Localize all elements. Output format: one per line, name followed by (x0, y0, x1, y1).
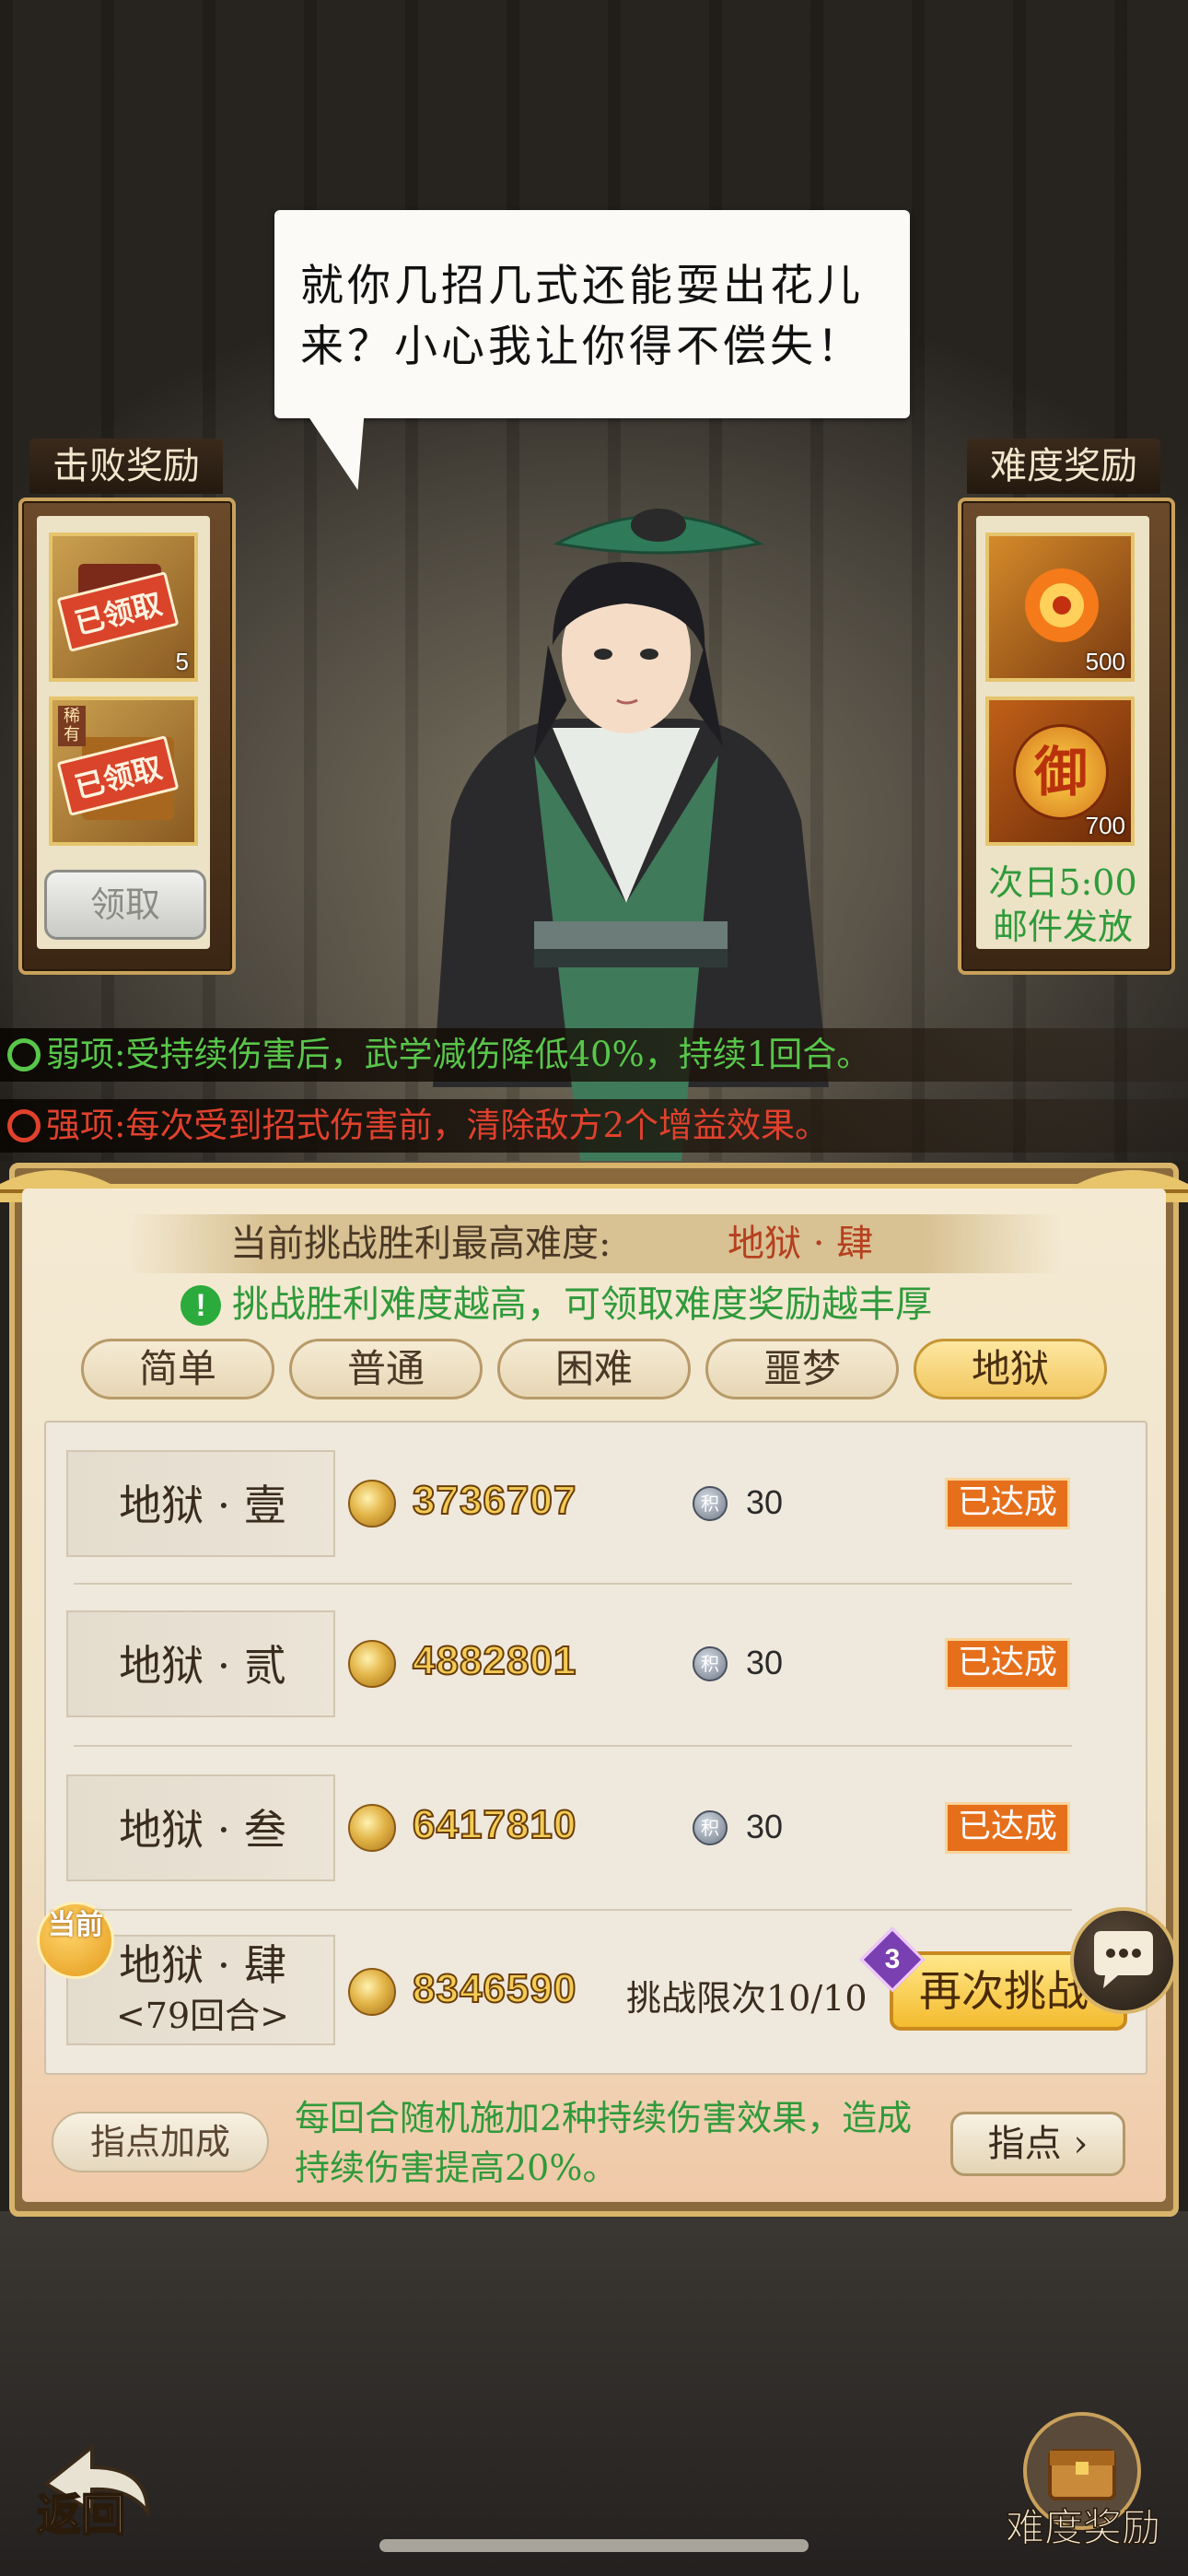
claimed-stamp: 已领取 (56, 571, 180, 652)
challenge-limit: 挑战限次10/10 (626, 1978, 868, 2019)
weakness-prefix: 弱项: (46, 1035, 126, 1074)
weakness-icon (7, 1038, 41, 1071)
rare-tag: 稀有 (58, 706, 86, 746)
defeat-reward-slot-1[interactable]: 已领取 5 (49, 533, 198, 682)
exclamation-icon: ! (181, 1285, 221, 1326)
level-name: 地狱 · 壹 (119, 1481, 286, 1530)
token-glyph: 御 (1033, 741, 1088, 803)
chat-bubble-icon (1094, 1931, 1153, 1988)
tab-nightmare[interactable]: 噩梦 (705, 1339, 899, 1399)
chat-button[interactable] (1070, 1907, 1177, 2014)
coin-icon (348, 1968, 396, 2016)
level-name-box: 地狱 · 壹 (66, 1450, 335, 1557)
level-row-2: 地狱 · 贰 4882801 积 30 已达成 (63, 1610, 1131, 1717)
difficulty-rewards-title: 难度奖励 (967, 439, 1160, 494)
mail-delivery-time: 次日5:00 (988, 862, 1137, 903)
points-value: 30 (746, 1808, 784, 1845)
weakness-line: 弱项:受持续伤害后，武学减伤降低40%，持续1回合。 (46, 1028, 870, 1082)
strength-prefix: 强项: (46, 1106, 126, 1145)
reward-tip: 挑战胜利难度越高，可领取难度奖励越丰厚 (232, 1283, 932, 1326)
completed-badge: 已达成 (945, 1802, 1070, 1854)
guide-bonus-label: 指点加成 (52, 2112, 269, 2172)
coin-icon (348, 1480, 396, 1528)
strength-line: 强项:每次受到招式伤害前，清除敌方2个增益效果。 (46, 1099, 829, 1153)
guide-bonus-text: 每回合随机施加2种持续伤害效果，造成持续伤害提高20%。 (295, 2098, 913, 2188)
points-value: 30 (746, 1483, 784, 1521)
strength-bar: 强项:每次受到招式伤害前，清除敌方2个增益效果。 (0, 1099, 1188, 1153)
score-value: 6417810 (412, 1801, 577, 1848)
coin-icon (348, 1804, 396, 1852)
current-difficulty-label: 当前挑战胜利最高难度: (230, 1223, 611, 1265)
imperial-token-icon: 御 (1013, 724, 1109, 820)
tab-normal[interactable]: 普通 (289, 1339, 483, 1399)
claim-button[interactable]: 领取 (44, 870, 206, 940)
item-count: 700 (1085, 812, 1125, 839)
points-icon: 积 (693, 1486, 728, 1521)
bamboo-hat (553, 509, 764, 555)
level-row-1: 地狱 · 壹 3736707 积 30 已达成 (63, 1450, 1131, 1557)
points-icon: 积 (693, 1810, 728, 1845)
current-badge: 当前 (37, 1902, 114, 1979)
points-value: 30 (746, 1644, 784, 1681)
level-name: 地狱 · 贰 (119, 1641, 286, 1691)
flame-flower-icon (1025, 568, 1099, 642)
row-divider (74, 1909, 1072, 1911)
mail-delivery-note: 邮件发放 (992, 907, 1133, 947)
dialogue-text: 就你几招几式还能耍出花儿来？小心我让你得不偿失！ (300, 261, 864, 372)
difficulty-reward-slot-1[interactable]: 500 (985, 533, 1135, 682)
score-value: 4882801 (412, 1637, 577, 1684)
defeat-rewards-title: 击败奖励 (29, 439, 223, 494)
tab-hard[interactable]: 困难 (497, 1339, 691, 1399)
tab-easy[interactable]: 简单 (81, 1339, 274, 1399)
home-indicator (379, 2539, 809, 2552)
retry-count: 3 (884, 1944, 901, 1974)
completed-badge: 已达成 (945, 1638, 1070, 1690)
weakness-bar: 弱项:受持续伤害后，武学减伤降低40%，持续1回合。 (0, 1028, 1188, 1082)
completed-badge: 已达成 (945, 1478, 1070, 1529)
item-count: 500 (1085, 648, 1125, 675)
back-button-label[interactable]: 返回 (36, 2478, 126, 2543)
row-divider (74, 1745, 1072, 1747)
difficulty-rewards-nav-label[interactable]: 难度奖励 (982, 2497, 1184, 2553)
current-difficulty-value: 地狱 · 肆 (728, 1223, 874, 1265)
weakness-text: 受持续伤害后，武学减伤降低40%，持续1回合。 (125, 1035, 871, 1074)
round-count: <79回合> (115, 1996, 290, 2036)
strength-text: 每次受到招式伤害前，清除敌方2个增益效果。 (125, 1106, 830, 1145)
points-icon: 积 (693, 1646, 728, 1681)
defeat-reward-slot-2[interactable]: 稀有 已领取 (49, 697, 198, 846)
level-row-3: 地狱 · 叁 6417810 积 30 已达成 (63, 1774, 1131, 1881)
level-name-box: 地狱 · 贰 (66, 1610, 335, 1717)
tab-hell[interactable]: 地狱 (914, 1339, 1107, 1399)
level-name: 地狱 · 叁 (119, 1805, 286, 1855)
level-name-box: 地狱 · 叁 (66, 1774, 335, 1881)
item-count: 5 (175, 648, 189, 675)
difficulty-reward-slot-2[interactable]: 御 700 (985, 697, 1135, 846)
score-value: 8346590 (412, 1965, 577, 2012)
strength-icon (7, 1109, 41, 1142)
score-value: 3736707 (412, 1477, 577, 1524)
coin-icon (348, 1640, 396, 1688)
guide-button[interactable]: 指点 › (950, 2112, 1125, 2176)
row-divider (74, 1583, 1072, 1585)
